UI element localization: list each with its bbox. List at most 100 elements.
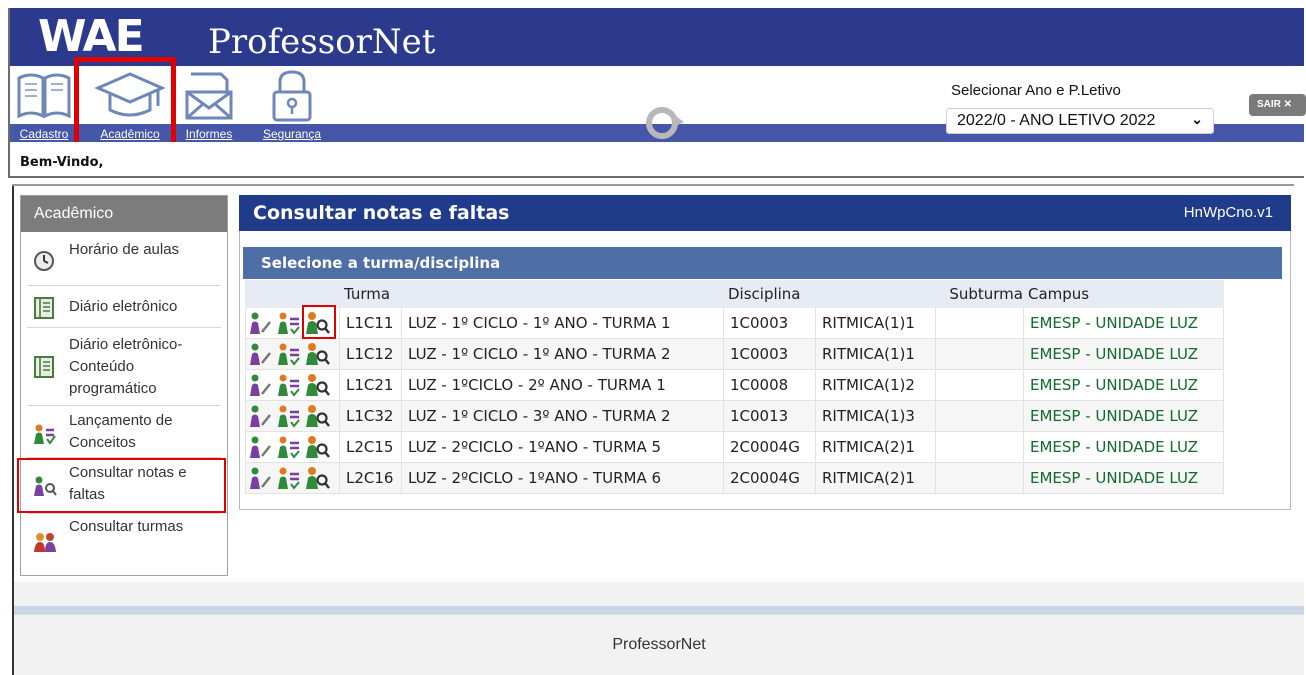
cell-disciplina: 2C0004G (723, 462, 816, 494)
cell-disciplina-nome: RITMICA(1)1 (815, 307, 936, 339)
student-search-icon[interactable] (304, 341, 330, 367)
sidebar-item-label: Diário eletrônico (69, 298, 178, 315)
app-title: ProfessorNet (208, 22, 436, 62)
header-subturma: Subturma (935, 280, 1024, 308)
year-select-value: 2022/0 - ANO LETIVO 2022 (957, 112, 1156, 129)
sidebar-item-label: Diário eletrônico- Conteúdo programático (69, 336, 183, 397)
cell-disciplina-nome: RITMICA(1)2 (815, 369, 936, 401)
sidebar-item-label: Horário de aulas (69, 241, 180, 258)
header-banner: WAE ProfessorNet (8, 8, 1304, 66)
student-search-icon[interactable] (304, 465, 330, 491)
student-grades-icon[interactable] (276, 434, 302, 460)
cell-disciplina: 1C0013 (723, 400, 816, 432)
student-grades-icon[interactable] (276, 310, 302, 336)
cell-disciplina-nome: RITMICA(1)3 (815, 400, 936, 432)
student-search-icon[interactable] (304, 372, 330, 398)
page-title: Consultar notas e faltas (253, 202, 510, 224)
student-grades-icon[interactable] (276, 341, 302, 367)
toolbar-label-seguranca: Segurança (262, 127, 322, 141)
cell-subturma (935, 338, 1024, 370)
year-select-label: Selecionar Ano e P.Letivo (951, 82, 1121, 99)
header-nome (815, 280, 936, 308)
footer-text: ProfessorNet (612, 636, 706, 653)
student-pencil-icon[interactable] (248, 403, 274, 429)
sidebar-item-diario-conteudo[interactable]: Diário eletrônico- Conteúdo programático (27, 328, 221, 406)
sidebar-item-consultar-turmas[interactable]: Consultar turmas (27, 514, 221, 568)
cell-turma: L1C12 (339, 338, 402, 370)
cell-turma: L2C16 (339, 462, 402, 494)
header-disciplina: Disciplina (723, 280, 816, 308)
sidebar: Acadêmico Horário de aulas Diário eletrô… (20, 195, 228, 576)
sidebar-title: Acadêmico (21, 196, 227, 232)
cell-descricao: LUZ - 1º CICLO - 3º ANO - TURMA 2 (401, 400, 724, 432)
cell-campus: EMESP - UNIDADE LUZ (1023, 338, 1224, 370)
book-icon (17, 73, 71, 119)
cell-turma: L2C15 (339, 431, 402, 463)
row-actions (245, 369, 340, 401)
student-grades-icon (34, 424, 56, 445)
row-actions (245, 338, 340, 370)
clock-icon (34, 251, 54, 271)
cell-disciplina-nome: RITMICA(2)1 (815, 431, 936, 463)
student-grades-icon[interactable] (276, 465, 302, 491)
cell-subturma (935, 431, 1024, 463)
row-actions (245, 462, 340, 494)
student-pencil-icon[interactable] (248, 372, 274, 398)
table-row: L1C12 LUZ - 1º CICLO - 1º ANO - TURMA 2 1C… (245, 338, 1224, 370)
student-search-icon[interactable] (304, 434, 330, 460)
toolbar-informes[interactable]: Informes (178, 66, 240, 142)
student-search-icon[interactable] (304, 403, 330, 429)
content-bottom-band (14, 582, 1304, 606)
envelope-icon (185, 72, 233, 120)
search-icon-highlight (302, 305, 336, 339)
cell-campus: EMESP - UNIDADE LUZ (1023, 462, 1224, 494)
cell-descricao: LUZ - 1º CICLO - 1º ANO - TURMA 2 (401, 338, 724, 370)
header-descricao (401, 280, 724, 308)
table-row: L2C15 LUZ - 2ºCICLO - 1ºANO - TURMA 5 2C00… (245, 431, 1224, 463)
table-row: L1C21 LUZ - 1ºCICLO - 2º ANO - TURMA 1 1C0… (245, 369, 1224, 401)
group-icon (34, 533, 56, 552)
toolbar-cadastro[interactable]: Cadastro (12, 66, 76, 142)
consultar-notas-highlight (17, 458, 226, 513)
welcome-bar: Bem-Vindo, (10, 142, 1304, 178)
toolbar-seguranca[interactable]: Segurança (256, 66, 328, 142)
cell-turma: L1C11 (339, 307, 402, 339)
sidebar-item-lancamento[interactable]: Lançamento de Conceitos (27, 406, 221, 458)
cell-disciplina: 1C0008 (723, 369, 816, 401)
cell-campus: EMESP - UNIDADE LUZ (1023, 400, 1224, 432)
table-row: L1C11 LUZ - 1º CICLO - 1º ANO - TURMA 1 1C… (245, 307, 1224, 339)
year-select[interactable]: 2022/0 - ANO LETIVO 2022 ⌄ (946, 108, 1214, 134)
cell-turma: L1C32 (339, 400, 402, 432)
cell-descricao: LUZ - 2ºCICLO - 1ºANO - TURMA 5 (401, 431, 724, 463)
student-pencil-icon[interactable] (248, 465, 274, 491)
table-row: L1C32 LUZ - 1º CICLO - 3º ANO - TURMA 2 1C… (245, 400, 1224, 432)
turmas-table: Turma Disciplina Subturma Campus L1C11 LU… (245, 280, 1224, 494)
cell-subturma (935, 462, 1024, 494)
cell-descricao: LUZ - 1º CICLO - 1º ANO - TURMA 1 (401, 307, 724, 339)
sidebar-item-diario[interactable]: Diário eletrônico (27, 286, 221, 328)
lock-icon (272, 70, 312, 122)
student-pencil-icon[interactable] (248, 434, 274, 460)
row-actions (245, 431, 340, 463)
footer: ProfessorNet (14, 614, 1304, 675)
header-campus: Campus (1023, 280, 1224, 308)
cell-disciplina: 1C0003 (723, 307, 816, 339)
cell-campus: EMESP - UNIDADE LUZ (1023, 307, 1224, 339)
toolbar-label-cadastro: Cadastro (19, 127, 69, 141)
ledger-icon (34, 356, 54, 378)
student-grades-icon[interactable] (276, 372, 302, 398)
ledger-icon (34, 297, 54, 319)
sidebar-item-horario[interactable]: Horário de aulas (27, 236, 221, 286)
logout-button[interactable]: SAIR ✕ (1249, 94, 1306, 116)
cell-descricao: LUZ - 2ºCICLO - 1ºANO - TURMA 6 (401, 462, 724, 494)
student-pencil-icon[interactable] (248, 310, 274, 336)
cell-disciplina: 1C0003 (723, 338, 816, 370)
table-header-row: Turma Disciplina Subturma Campus (245, 280, 1224, 308)
refresh-icon[interactable] (640, 104, 688, 142)
student-pencil-icon[interactable] (248, 341, 274, 367)
sidebar-item-label: Consultar turmas (69, 518, 184, 535)
toolbar-label-informes: Informes (185, 127, 233, 141)
page-margin (0, 0, 8, 178)
footer-rule (14, 606, 1304, 614)
student-grades-icon[interactable] (276, 403, 302, 429)
